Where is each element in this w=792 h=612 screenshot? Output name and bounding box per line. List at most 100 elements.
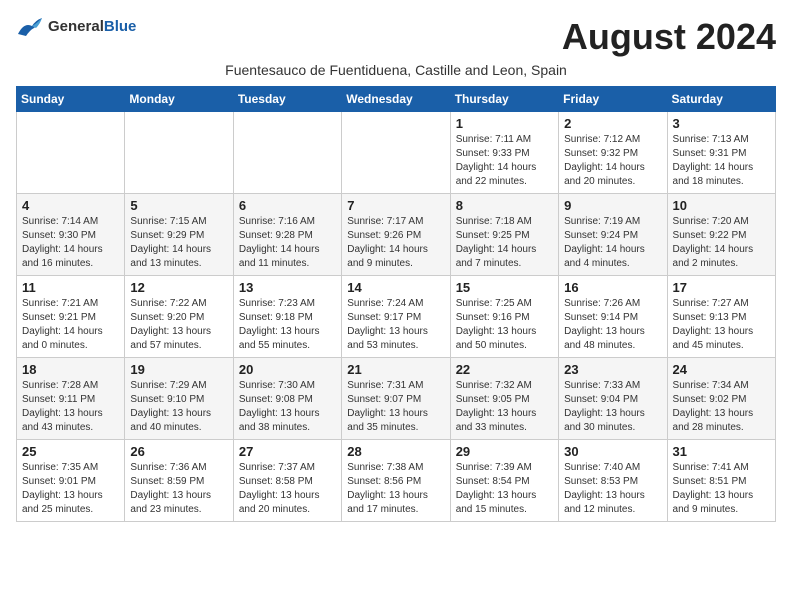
day-info: Sunrise: 7:23 AM Sunset: 9:18 PM Dayligh… bbox=[239, 297, 336, 353]
calendar-cell: 5Sunrise: 7:15 AM Sunset: 9:29 PM Daylig… bbox=[125, 194, 233, 276]
day-number: 20 bbox=[239, 362, 336, 377]
day-number: 26 bbox=[130, 444, 227, 459]
day-info: Sunrise: 7:37 AM Sunset: 8:58 PM Dayligh… bbox=[239, 461, 336, 517]
logo-bird-icon bbox=[16, 16, 44, 38]
day-info: Sunrise: 7:25 AM Sunset: 9:16 PM Dayligh… bbox=[456, 297, 553, 353]
day-info: Sunrise: 7:17 AM Sunset: 9:26 PM Dayligh… bbox=[347, 215, 444, 271]
day-info: Sunrise: 7:39 AM Sunset: 8:54 PM Dayligh… bbox=[456, 461, 553, 517]
weekday-header: Monday bbox=[125, 87, 233, 112]
day-number: 10 bbox=[673, 198, 770, 213]
calendar-cell: 1Sunrise: 7:11 AM Sunset: 9:33 PM Daylig… bbox=[450, 112, 558, 194]
day-number: 23 bbox=[564, 362, 661, 377]
day-number: 25 bbox=[22, 444, 119, 459]
day-number: 17 bbox=[673, 280, 770, 295]
page-subtitle: Fuentesauco de Fuentiduena, Castille and… bbox=[16, 62, 776, 78]
weekday-header: Thursday bbox=[450, 87, 558, 112]
day-info: Sunrise: 7:20 AM Sunset: 9:22 PM Dayligh… bbox=[673, 215, 770, 271]
day-info: Sunrise: 7:33 AM Sunset: 9:04 PM Dayligh… bbox=[564, 379, 661, 435]
calendar-cell: 20 Sunrise: 7:30 AM Sunset: 9:08 PM Dayli… bbox=[233, 358, 341, 440]
day-info: Sunrise: 7:18 AM Sunset: 9:25 PM Dayligh… bbox=[456, 215, 553, 271]
day-number: 30 bbox=[564, 444, 661, 459]
calendar-cell: 29 Sunrise: 7:39 AM Sunset: 8:54 PM Dayli… bbox=[450, 440, 558, 522]
day-number: 7 bbox=[347, 198, 444, 213]
day-number: 9 bbox=[564, 198, 661, 213]
month-title: August 2024 bbox=[562, 16, 776, 58]
day-info: Sunrise: 7:21 AM Sunset: 9:21 PM Dayligh… bbox=[22, 297, 119, 353]
day-info: Sunrise: 7:24 AM Sunset: 9:17 PM Dayligh… bbox=[347, 297, 444, 353]
calendar-table: SundayMondayTuesdayWednesdayThursdayFrid… bbox=[16, 86, 776, 522]
day-number: 16 bbox=[564, 280, 661, 295]
calendar-cell: 13 Sunrise: 7:23 AM Sunset: 9:18 PM Dayli… bbox=[233, 276, 341, 358]
day-number: 27 bbox=[239, 444, 336, 459]
calendar-cell: 28Sunrise: 7:38 AM Sunset: 8:56 PM Dayli… bbox=[342, 440, 450, 522]
calendar-week-row: 18 Sunrise: 7:28 AM Sunset: 9:11 PM Dayli… bbox=[17, 358, 776, 440]
day-number: 18 bbox=[22, 362, 119, 377]
day-info: Sunrise: 7:22 AM Sunset: 9:20 PM Dayligh… bbox=[130, 297, 227, 353]
calendar-cell: 26 Sunrise: 7:36 AM Sunset: 8:59 PM Dayli… bbox=[125, 440, 233, 522]
calendar-cell: 7 Sunrise: 7:17 AM Sunset: 9:26 PM Daylig… bbox=[342, 194, 450, 276]
logo: GeneralBlue bbox=[16, 16, 136, 38]
calendar-header-row: SundayMondayTuesdayWednesdayThursdayFrid… bbox=[17, 87, 776, 112]
day-info: Sunrise: 7:26 AM Sunset: 9:14 PM Dayligh… bbox=[564, 297, 661, 353]
day-number: 29 bbox=[456, 444, 553, 459]
calendar-week-row: 11 Sunrise: 7:21 AM Sunset: 9:21 PM Dayli… bbox=[17, 276, 776, 358]
calendar-cell: 30 Sunrise: 7:40 AM Sunset: 8:53 PM Dayli… bbox=[559, 440, 667, 522]
logo-text-general: General bbox=[48, 18, 104, 35]
calendar-cell: 11 Sunrise: 7:21 AM Sunset: 9:21 PM Dayli… bbox=[17, 276, 125, 358]
day-number: 13 bbox=[239, 280, 336, 295]
calendar-cell: 27 Sunrise: 7:37 AM Sunset: 8:58 PM Dayli… bbox=[233, 440, 341, 522]
day-info: Sunrise: 7:16 AM Sunset: 9:28 PM Dayligh… bbox=[239, 215, 336, 271]
calendar-week-row: 1Sunrise: 7:11 AM Sunset: 9:33 PM Daylig… bbox=[17, 112, 776, 194]
day-info: Sunrise: 7:35 AM Sunset: 9:01 PM Dayligh… bbox=[22, 461, 119, 517]
calendar-cell: 8Sunrise: 7:18 AM Sunset: 9:25 PM Daylig… bbox=[450, 194, 558, 276]
calendar-cell bbox=[342, 112, 450, 194]
day-info: Sunrise: 7:36 AM Sunset: 8:59 PM Dayligh… bbox=[130, 461, 227, 517]
day-number: 4 bbox=[22, 198, 119, 213]
calendar-cell: 6Sunrise: 7:16 AM Sunset: 9:28 PM Daylig… bbox=[233, 194, 341, 276]
calendar-cell: 25 Sunrise: 7:35 AM Sunset: 9:01 PM Dayli… bbox=[17, 440, 125, 522]
calendar-cell: 18 Sunrise: 7:28 AM Sunset: 9:11 PM Dayli… bbox=[17, 358, 125, 440]
calendar-cell bbox=[125, 112, 233, 194]
page-header: GeneralBlue August 2024 bbox=[16, 16, 776, 58]
day-info: Sunrise: 7:34 AM Sunset: 9:02 PM Dayligh… bbox=[673, 379, 770, 435]
calendar-cell: 2Sunrise: 7:12 AM Sunset: 9:32 PM Daylig… bbox=[559, 112, 667, 194]
calendar-cell: 9Sunrise: 7:19 AM Sunset: 9:24 PM Daylig… bbox=[559, 194, 667, 276]
day-number: 1 bbox=[456, 116, 553, 131]
day-number: 31 bbox=[673, 444, 770, 459]
calendar-cell: 15 Sunrise: 7:25 AM Sunset: 9:16 PM Dayli… bbox=[450, 276, 558, 358]
calendar-cell: 21Sunrise: 7:31 AM Sunset: 9:07 PM Dayli… bbox=[342, 358, 450, 440]
calendar-week-row: 25 Sunrise: 7:35 AM Sunset: 9:01 PM Dayli… bbox=[17, 440, 776, 522]
day-number: 2 bbox=[564, 116, 661, 131]
day-number: 15 bbox=[456, 280, 553, 295]
day-info: Sunrise: 7:13 AM Sunset: 9:31 PM Dayligh… bbox=[673, 133, 770, 189]
calendar-cell: 22 Sunrise: 7:32 AM Sunset: 9:05 PM Dayli… bbox=[450, 358, 558, 440]
day-number: 14 bbox=[347, 280, 444, 295]
day-number: 22 bbox=[456, 362, 553, 377]
logo-text-blue: Blue bbox=[104, 18, 137, 35]
calendar-week-row: 4Sunrise: 7:14 AM Sunset: 9:30 PM Daylig… bbox=[17, 194, 776, 276]
day-number: 21 bbox=[347, 362, 444, 377]
day-info: Sunrise: 7:30 AM Sunset: 9:08 PM Dayligh… bbox=[239, 379, 336, 435]
day-number: 11 bbox=[22, 280, 119, 295]
weekday-header: Saturday bbox=[667, 87, 775, 112]
day-number: 24 bbox=[673, 362, 770, 377]
day-info: Sunrise: 7:28 AM Sunset: 9:11 PM Dayligh… bbox=[22, 379, 119, 435]
calendar-cell bbox=[233, 112, 341, 194]
weekday-header: Tuesday bbox=[233, 87, 341, 112]
day-info: Sunrise: 7:27 AM Sunset: 9:13 PM Dayligh… bbox=[673, 297, 770, 353]
day-number: 12 bbox=[130, 280, 227, 295]
weekday-header: Friday bbox=[559, 87, 667, 112]
day-info: Sunrise: 7:40 AM Sunset: 8:53 PM Dayligh… bbox=[564, 461, 661, 517]
day-number: 3 bbox=[673, 116, 770, 131]
day-number: 5 bbox=[130, 198, 227, 213]
calendar-cell: 31 Sunrise: 7:41 AM Sunset: 8:51 PM Dayli… bbox=[667, 440, 775, 522]
day-info: Sunrise: 7:41 AM Sunset: 8:51 PM Dayligh… bbox=[673, 461, 770, 517]
weekday-header: Wednesday bbox=[342, 87, 450, 112]
calendar-cell: 19Sunrise: 7:29 AM Sunset: 9:10 PM Dayli… bbox=[125, 358, 233, 440]
calendar-cell bbox=[17, 112, 125, 194]
day-info: Sunrise: 7:32 AM Sunset: 9:05 PM Dayligh… bbox=[456, 379, 553, 435]
calendar-cell: 12 Sunrise: 7:22 AM Sunset: 9:20 PM Dayli… bbox=[125, 276, 233, 358]
calendar-cell: 14 Sunrise: 7:24 AM Sunset: 9:17 PM Dayli… bbox=[342, 276, 450, 358]
calendar-cell: 24 Sunrise: 7:34 AM Sunset: 9:02 PM Dayli… bbox=[667, 358, 775, 440]
day-info: Sunrise: 7:38 AM Sunset: 8:56 PM Dayligh… bbox=[347, 461, 444, 517]
